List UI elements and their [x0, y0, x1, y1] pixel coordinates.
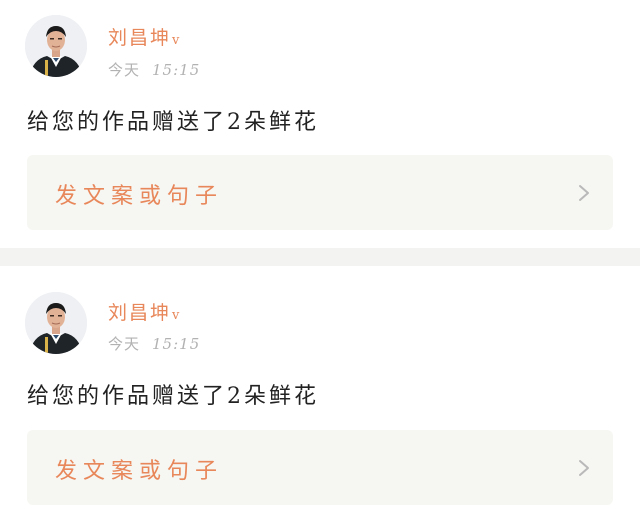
avatar[interactable] [25, 292, 87, 354]
notification-card: 刘昌坤v 今天 15:15 给您的作品赠送了2朵鲜花 发文案或句子 [0, 0, 640, 248]
username[interactable]: 刘昌坤v [108, 23, 181, 50]
compose-button-label: 发文案或句子 [55, 184, 224, 209]
username[interactable]: 刘昌坤v [108, 298, 181, 325]
time-label: 15:15 [152, 61, 201, 79]
compose-button[interactable]: 发文案或句子 [27, 155, 613, 230]
date-label: 今天 [108, 61, 141, 79]
compose-button-label: 发文案或句子 [55, 459, 224, 484]
timestamp: 今天 15:15 [108, 59, 200, 80]
message-text: 给您的作品赠送了2朵鲜花 [27, 384, 319, 409]
avatar-image [25, 15, 87, 77]
username-text: 刘昌坤 [108, 302, 172, 324]
notification-card: 刘昌坤v 今天 15:15 给您的作品赠送了2朵鲜花 发文案或句子 [0, 266, 640, 524]
username-text: 刘昌坤 [108, 27, 172, 49]
verified-badge: v [172, 308, 182, 323]
chevron-right-icon [579, 185, 589, 201]
message-text: 给您的作品赠送了2朵鲜花 [27, 110, 319, 135]
card-separator [0, 248, 640, 266]
chevron-right-icon [579, 460, 589, 476]
compose-button[interactable]: 发文案或句子 [27, 430, 613, 505]
date-label: 今天 [108, 335, 141, 353]
avatar[interactable] [25, 15, 87, 77]
time-label: 15:15 [152, 335, 201, 353]
verified-badge: v [172, 33, 182, 48]
notification-feed: 刘昌坤v 今天 15:15 给您的作品赠送了2朵鲜花 发文案或句子 刘昌坤v 今… [0, 0, 640, 524]
timestamp: 今天 15:15 [108, 333, 200, 354]
avatar-image [25, 292, 87, 354]
